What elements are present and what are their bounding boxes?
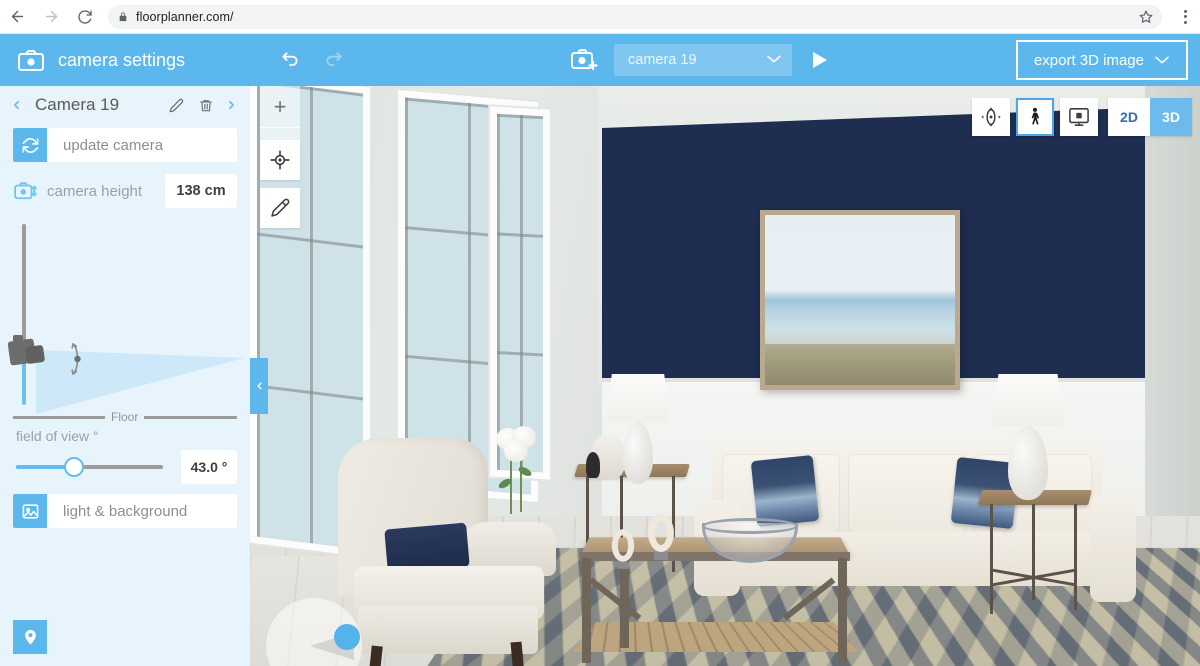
render-settings-icon[interactable]	[1060, 98, 1098, 136]
lamp-shade	[992, 374, 1064, 426]
camera-select-value: camera 19	[628, 52, 697, 68]
pencil-icon[interactable]	[165, 94, 187, 116]
walk-person-icon[interactable]	[1016, 98, 1054, 136]
field-of-view-label: field of view °	[16, 428, 99, 444]
sofa-cushion	[848, 454, 966, 534]
camera-height-icon	[13, 181, 39, 201]
slider-knob[interactable]	[63, 457, 84, 477]
update-camera-button[interactable]: update camera	[13, 128, 237, 162]
address-bar[interactable]: floorplanner.com/	[108, 4, 1162, 29]
chevron-down-icon	[1154, 52, 1170, 69]
app-stage: camera settings Camera 19 update camera …	[0, 34, 1200, 666]
side-table-right	[978, 490, 1092, 616]
chevron-left-icon[interactable]	[10, 96, 23, 114]
field-of-view-row: 43.0 °	[13, 450, 237, 484]
diagram-tilt-handle[interactable]	[64, 340, 86, 378]
lamp-base	[1008, 426, 1048, 500]
camera-height-input[interactable]: 138 cm	[165, 174, 237, 208]
refresh-icon	[13, 128, 47, 162]
field-of-view-input[interactable]: 43.0 °	[181, 450, 237, 484]
table-lamp-left	[606, 374, 670, 484]
throw-pillow	[750, 454, 820, 528]
play-icon[interactable]	[806, 46, 834, 74]
add-camera-icon[interactable]	[570, 47, 600, 73]
diagram-pole	[22, 224, 26, 342]
sidebar-header: camera settings	[0, 34, 250, 86]
view-mode-controls: 2D 3D	[972, 98, 1192, 136]
table-lamp-right	[992, 374, 1064, 500]
window-right	[490, 106, 550, 480]
update-camera-label: update camera	[63, 136, 164, 154]
light-background-label: light & background	[63, 502, 188, 520]
lamp-shade	[606, 374, 670, 422]
kebab-menu-icon[interactable]	[1170, 0, 1200, 34]
sofa-arm-right	[1090, 494, 1136, 602]
view-2d-button[interactable]: 2D	[1108, 98, 1150, 136]
view-3d-button[interactable]: 3D	[1150, 98, 1192, 136]
top-toolbar: camera 19 export 3D image	[250, 34, 1200, 86]
zoom-in-button[interactable]: +	[260, 86, 300, 128]
orbit-icon[interactable]	[972, 98, 1010, 136]
chevron-right-icon[interactable]	[225, 96, 238, 114]
reload-icon[interactable]	[68, 0, 102, 34]
export-3d-image-button[interactable]: export 3D image	[1015, 40, 1188, 80]
browser-toolbar: floorplanner.com/	[0, 0, 1200, 34]
light-background-button[interactable]: light & background	[13, 494, 237, 528]
redo-icon[interactable]	[316, 42, 352, 78]
location-pin-icon[interactable]	[13, 620, 47, 654]
floorplanner-app: floorplanner.com/ camera settings Camera…	[0, 0, 1200, 666]
camera-height-row: camera height 138 cm	[13, 174, 237, 208]
wall-artwork	[760, 210, 960, 390]
floor-label: Floor	[111, 410, 139, 424]
lock-icon	[118, 11, 128, 23]
camera-select-dropdown[interactable]: camera 19	[614, 44, 792, 76]
joystick-handle[interactable]	[334, 624, 360, 650]
armchair	[328, 438, 558, 666]
pencil-edit-icon[interactable]	[260, 188, 300, 228]
decor-vase-dark	[586, 452, 600, 478]
export-label: export 3D image	[1033, 51, 1144, 69]
floor-line-left	[13, 415, 105, 419]
camera-name-label: Camera 19	[35, 95, 120, 114]
trash-icon[interactable]	[195, 94, 217, 116]
coffee-table-shelf	[572, 622, 858, 652]
diagram-floor-line: Floor	[13, 410, 237, 424]
forward-arrow-icon[interactable]	[34, 0, 68, 34]
camera-height-label: camera height	[47, 182, 143, 200]
camera-settings-sidebar: camera settings Camera 19 update camera …	[0, 34, 250, 666]
floor-line-right	[144, 415, 237, 419]
image-icon	[13, 494, 47, 528]
camera-height-diagram[interactable]: Floor	[0, 224, 250, 424]
3d-viewport[interactable]: + −	[250, 86, 1200, 666]
address-bar-url: floorplanner.com/	[136, 9, 234, 24]
diagram-camera-lens	[24, 344, 46, 365]
2d-3d-toggle: 2D 3D	[1108, 98, 1192, 136]
camera-icon	[18, 49, 44, 71]
sidebar-collapse-tab[interactable]	[250, 358, 268, 414]
back-arrow-icon[interactable]	[0, 0, 34, 34]
decor-sculpture	[611, 529, 635, 569]
bookmark-star-icon[interactable]	[1136, 7, 1156, 27]
undo-icon[interactable]	[272, 42, 308, 78]
camera-selector-group: camera 19	[570, 44, 834, 76]
lamp-base	[623, 422, 653, 484]
field-of-view-slider[interactable]	[13, 456, 171, 478]
decor-sculpture	[648, 514, 674, 560]
chevron-down-icon	[766, 52, 782, 68]
crosshair-target-icon[interactable]	[260, 140, 300, 180]
sidebar-title: camera settings	[58, 49, 186, 70]
diagram-pole-height	[22, 357, 26, 405]
camera-name-row: Camera 19	[0, 86, 250, 124]
